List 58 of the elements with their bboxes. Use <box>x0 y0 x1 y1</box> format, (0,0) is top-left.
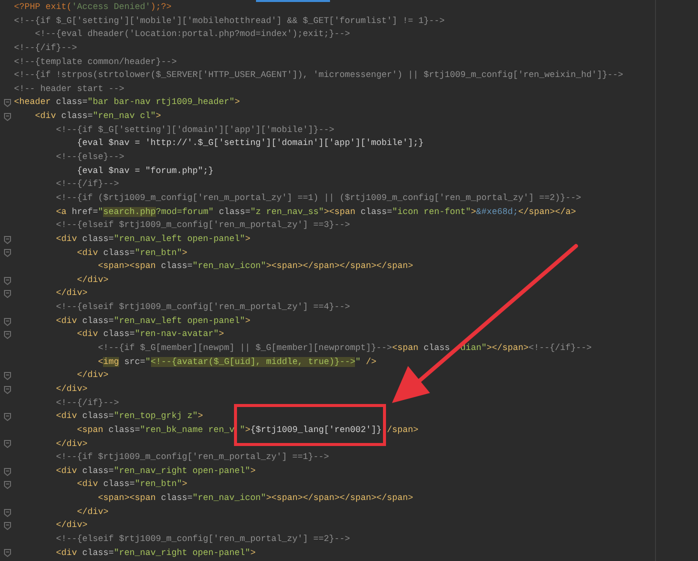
fold-marker-icon[interactable] <box>4 249 10 258</box>
code-line: <!--{if $rtj1009_m_config['ren_m_portal_zy'] ==1}--> <box>55 451 330 464</box>
code-line: <!-- header start --> <box>14 82 124 96</box>
code-line: <!--{template common/header}--> <box>14 56 177 69</box>
fold-marker-icon[interactable] <box>4 413 10 422</box>
code-line: </div> <box>76 274 109 287</box>
code-line: <div class="ren_nav cl"> <box>34 110 162 124</box>
fold-marker-icon[interactable] <box>4 276 10 285</box>
fold-marker-icon[interactable] <box>4 440 10 448</box>
code-line: <div class="ren_nav_right open-panel"> <box>55 464 256 478</box>
code-line: <!--{eval dheader('Location:portal.php?mod=index');exit;}--> <box>34 28 350 42</box>
fold-marker-icon[interactable] <box>4 99 10 108</box>
code-line: <span><span class="ren_nav_icon"><span></span></span></span> <box>97 260 414 274</box>
code-line: <!--{/if}--> <box>55 178 120 192</box>
code-line: <header class="bar bar-nav rtj1009_header"> <box>14 96 240 110</box>
fold-marker-icon[interactable] <box>4 468 10 476</box>
code-line: </div> <box>76 506 109 519</box>
code-line: <img src="<!--{avatar($_G[uid], middle, true)}-->" /> <box>97 356 376 369</box>
fold-marker-icon[interactable] <box>4 372 10 380</box>
code-line: <div class="ren_top_grkj z"> <box>55 410 204 424</box>
code-line: <span class="ren_bk_name ren_v ">{$rtj1009_lang['ren002']} /span> <box>76 424 418 437</box>
code-line: </div> <box>55 438 88 450</box>
code-line: <div class="ren_btn"> <box>76 246 188 260</box>
code-line: <!--{if $_G['setting']['domain']['app']['mobile']}--> <box>55 124 334 137</box>
code-line: <div class="ren_nav_right open-panel"> <box>55 546 256 560</box>
code-line: <!--{if !strpos(strtolower($_SERVER['HTTP_USER_AGENT']), 'micromessenger') || $rtj1009_m_config['ren_weixin_hd']}--> <box>14 69 624 82</box>
code-line: <!--{else}--> <box>55 151 124 164</box>
fold-marker-icon[interactable] <box>4 331 10 340</box>
code-line: <!--{if $_G['setting']['mobile']['mobilehotthread'] && $_GET['forumlist'] != 1}--> <box>14 14 445 28</box>
code-line: <!--{elseif $rtj1009_m_config['ren_m_portal_zy'] ==3}--> <box>55 219 350 232</box>
code-line: </div> <box>76 369 109 382</box>
code-line: <!--{/if}--> <box>55 396 120 410</box>
fold-marker-icon[interactable] <box>4 549 10 558</box>
code-line: <div class="ren_nav_left open-panel"> <box>55 232 250 246</box>
code-line: <!--{/if}--> <box>14 42 78 55</box>
code-line: </div> <box>55 519 88 532</box>
code-line: <a href="search.php?mod=forum" class="z ren_nav_ss"><span class="icon ren-font">&#xe68d;</span></a> <box>55 206 576 219</box>
fold-marker-icon[interactable] <box>4 318 10 326</box>
code-line: </div> <box>55 287 88 300</box>
fold-marker-icon[interactable] <box>4 236 10 244</box>
code-line: <!--{if ($rtj1009_m_config['ren_m_portal_zy'] ==1) || ($rtj1009_m_config['ren_m_portal_zy'] ==2)}--> <box>55 192 582 205</box>
code-line: <!--{elseif $rtj1009_m_config['ren_m_portal_zy'] ==2}--> <box>55 532 350 546</box>
fold-marker-icon[interactable] <box>4 386 10 394</box>
code-line: <!--{elseif $rtj1009_m_config['ren_m_portal_zy'] ==4}--> <box>55 301 350 314</box>
fold-marker-icon[interactable] <box>4 481 10 490</box>
code-line: <div class="ren_nav_left open-panel"> <box>55 314 250 328</box>
code-line: {eval $nav = "forum.php";} <box>76 164 214 178</box>
code-line: <div class="ren-nav-avatar"> <box>76 328 224 342</box>
code-line: <?PHP exit('Access Denied');?> <box>14 1 172 14</box>
fold-marker-icon[interactable] <box>4 112 10 121</box>
code-line: <div class="ren_btn"> <box>76 478 188 492</box>
fold-marker-icon[interactable] <box>4 508 10 517</box>
fold-marker-icon[interactable] <box>4 290 10 298</box>
code-line: <!--{if $_G[member][newpm] || $_G[member][newprompt]}--><span class dian"></span><!--{/if}--> <box>97 342 592 356</box>
code-line: </div> <box>55 382 88 396</box>
code-line: {eval $nav = 'http://'.$_G['setting']['domain']['app']['mobile'];} <box>76 137 424 150</box>
code-line: <span><span class="ren_nav_icon"><span></span></span></span> <box>97 492 414 506</box>
fold-marker-icon[interactable] <box>4 522 10 530</box>
